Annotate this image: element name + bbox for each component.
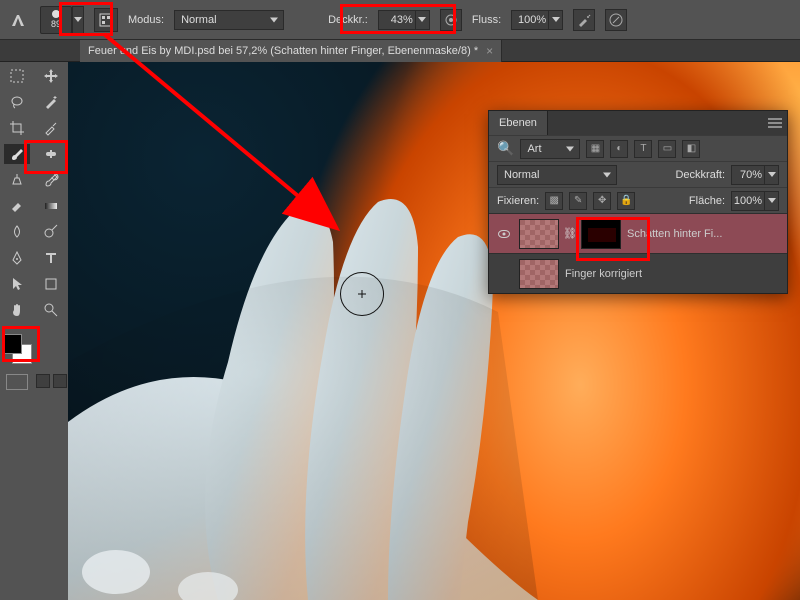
filter-adjust-icon[interactable]: ◐ xyxy=(610,140,628,158)
pressure-opacity-icon[interactable] xyxy=(440,9,462,31)
shape-tool-icon[interactable] xyxy=(38,274,64,294)
layer-lock-row: Fixieren: ▩ ✎ ✥ 🔒 Fläche: xyxy=(489,187,787,213)
healing-brush-tool-icon[interactable] xyxy=(38,144,64,164)
brush-preset-picker[interactable]: 89 xyxy=(40,6,72,34)
layer-opacity-label: Deckkraft: xyxy=(675,169,725,181)
opacity-label: Deckkr.: xyxy=(328,14,368,26)
close-icon[interactable]: × xyxy=(486,45,493,57)
panel-menu-icon[interactable] xyxy=(763,111,787,135)
screen-mode-icon[interactable] xyxy=(36,374,50,388)
layers-panel: Ebenen 🔍 Art ▦ ◐ T ▭ ◧ Normal Deckkraft:… xyxy=(488,110,788,294)
hand-tool-icon[interactable] xyxy=(4,300,30,320)
eraser-tool-icon[interactable] xyxy=(4,196,30,216)
layer-list: ⛓ Schatten hinter Fi... Finger korrigier… xyxy=(489,213,787,293)
document-tab-title: Feuer und Eis by MDI.psd bei 57,2% (Scha… xyxy=(88,45,478,57)
gradient-tool-icon[interactable] xyxy=(38,196,64,216)
flow-input[interactable] xyxy=(512,14,548,26)
opacity-field[interactable] xyxy=(378,10,430,30)
layer-item[interactable]: Finger korrigiert xyxy=(489,253,787,293)
mode-label: Modus: xyxy=(128,14,164,26)
eye-icon xyxy=(498,230,510,238)
history-brush-tool-icon[interactable] xyxy=(38,170,64,190)
options-bar: 89 Modus: Normal Deckkr.: Fluss: xyxy=(0,0,800,40)
clone-stamp-tool-icon[interactable] xyxy=(4,170,30,190)
blur-tool-icon[interactable] xyxy=(4,222,30,242)
layer-item[interactable]: ⛓ Schatten hinter Fi... xyxy=(489,213,787,253)
blend-mode-select[interactable]: Normal xyxy=(174,10,284,30)
airbrush-icon[interactable] xyxy=(573,9,595,31)
brush-panel-toggle-icon[interactable] xyxy=(94,8,118,32)
zoom-tool-icon[interactable] xyxy=(38,300,64,320)
marquee-tool-icon[interactable] xyxy=(4,66,30,86)
flow-label: Fluss: xyxy=(472,14,501,26)
document-tab-bar: Feuer und Eis by MDI.psd bei 57,2% (Scha… xyxy=(0,40,800,62)
visibility-toggle[interactable] xyxy=(495,225,513,243)
quick-mask-icon[interactable] xyxy=(6,374,28,390)
layer-opacity-field[interactable] xyxy=(731,165,779,185)
dodge-tool-icon[interactable] xyxy=(38,222,64,242)
filter-type-icon[interactable]: T xyxy=(634,140,652,158)
toolbar-col-b xyxy=(34,62,68,600)
document-tab[interactable]: Feuer und Eis by MDI.psd bei 57,2% (Scha… xyxy=(80,40,502,62)
brush-size-value: 89 xyxy=(51,19,61,29)
filter-smart-icon[interactable]: ◧ xyxy=(682,140,700,158)
filter-shape-icon[interactable]: ▭ xyxy=(658,140,676,158)
foreground-swatch[interactable] xyxy=(2,334,22,354)
layer-thumb[interactable] xyxy=(519,219,559,249)
layer-filter-kind[interactable]: Art xyxy=(520,139,580,159)
crop-tool-icon[interactable] xyxy=(4,118,30,138)
visibility-toggle[interactable] xyxy=(495,265,513,283)
layer-filter-row: 🔍 Art ▦ ◐ T ▭ ◧ xyxy=(489,135,787,161)
layer-blend-row: Normal Deckkraft: xyxy=(489,161,787,187)
move-tool-icon[interactable] xyxy=(38,66,64,86)
lock-label: Fixieren: xyxy=(497,195,539,207)
toolbar-col-a xyxy=(0,62,34,600)
layers-tab[interactable]: Ebenen xyxy=(489,111,548,135)
opacity-input[interactable] xyxy=(379,14,415,26)
fill-label: Fläche: xyxy=(689,195,725,207)
lock-paint-icon[interactable]: ✎ xyxy=(569,192,587,210)
lock-trans-icon[interactable]: ▩ xyxy=(545,192,563,210)
brush-preset-caret[interactable] xyxy=(72,6,84,34)
layer-name[interactable]: Schatten hinter Fi... xyxy=(627,228,781,240)
layer-blend-mode[interactable]: Normal xyxy=(497,165,617,185)
eyedropper-tool-icon[interactable] xyxy=(38,118,64,138)
mask-link-icon[interactable]: ⛓ xyxy=(565,225,575,243)
pressure-size-icon[interactable] xyxy=(605,9,627,31)
flow-caret[interactable] xyxy=(548,11,562,29)
lock-all-icon[interactable]: 🔒 xyxy=(617,192,635,210)
layer-name[interactable]: Finger korrigiert xyxy=(565,268,781,280)
brush-dot-icon xyxy=(52,10,60,18)
magic-wand-tool-icon[interactable] xyxy=(38,92,64,112)
pen-tool-icon[interactable] xyxy=(4,248,30,268)
filter-pixel-icon[interactable]: ▦ xyxy=(586,140,604,158)
layer-fill-input[interactable] xyxy=(732,195,764,207)
search-icon: 🔍 xyxy=(497,140,514,157)
layer-thumb[interactable] xyxy=(519,259,559,289)
tool-preset-picker[interactable] xyxy=(6,8,30,32)
type-tool-icon[interactable] xyxy=(38,248,64,268)
opacity-caret[interactable] xyxy=(415,11,429,29)
layer-opacity-input[interactable] xyxy=(732,169,764,181)
lasso-tool-icon[interactable] xyxy=(4,92,30,112)
layers-panel-tabs: Ebenen xyxy=(489,111,787,135)
layer-fill-field[interactable] xyxy=(731,191,779,211)
flow-field[interactable] xyxy=(511,10,563,30)
screen-mode-alt-icon[interactable] xyxy=(53,374,67,388)
path-select-tool-icon[interactable] xyxy=(4,274,30,294)
lock-pos-icon[interactable]: ✥ xyxy=(593,192,611,210)
color-swatches[interactable] xyxy=(2,334,32,364)
layer-mask-thumb[interactable] xyxy=(581,219,621,249)
brush-tool-icon[interactable] xyxy=(4,144,30,164)
brush-cursor-icon xyxy=(340,272,384,316)
